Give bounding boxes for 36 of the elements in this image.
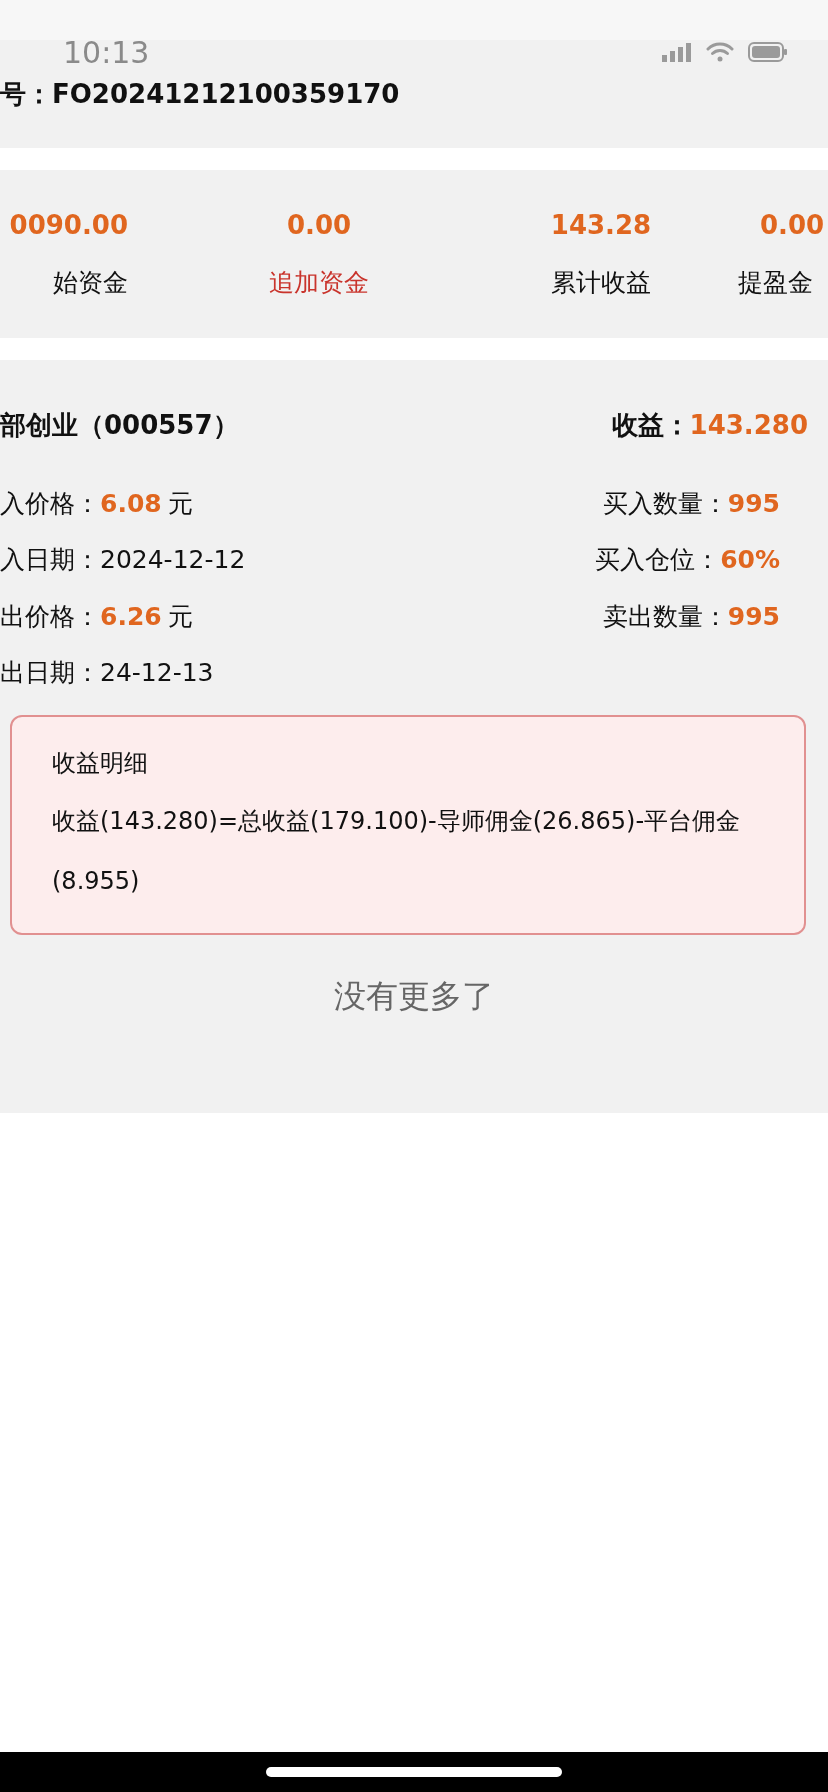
- order-number: 号：FO20241212100359170: [0, 77, 400, 111]
- stat-label: 累计收益: [551, 266, 651, 299]
- field-label: 出日期：: [0, 657, 100, 690]
- stat-value: 0.00: [759, 209, 825, 240]
- stat-label: 提盈金: [738, 266, 813, 299]
- battery-icon: [748, 42, 788, 62]
- stat-label: 始资金: [53, 266, 128, 299]
- end-of-list-text: 没有更多了: [334, 976, 494, 1017]
- unit-label: 元: [167, 487, 193, 520]
- field-value: 6.08: [100, 488, 162, 518]
- detail-text: 收益(143.280)=总收益(179.100)-导师佣金(26.865)-平台佣金(8.955): [52, 806, 742, 897]
- field-label: 买入数量：: [602, 487, 728, 520]
- field-label: 卖出数量：: [602, 600, 728, 633]
- profit-label: 收益：: [611, 408, 690, 442]
- unit-label: 元: [167, 600, 193, 633]
- stat-value: 0.00: [286, 209, 352, 240]
- stat-link[interactable]: 追加资金: [269, 265, 369, 299]
- stat-value: 143.28: [550, 209, 652, 240]
- detail-title: 收益明细: [52, 748, 149, 779]
- field-value: 995: [727, 488, 780, 518]
- field-value: 60%: [720, 545, 780, 575]
- signal-icon: [662, 42, 692, 62]
- field-label: 入价格：: [0, 487, 100, 520]
- field-label: 出价格：: [0, 600, 100, 633]
- stock-name: 部创业（000557）: [0, 408, 239, 442]
- home-indicator[interactable]: [266, 1767, 562, 1777]
- wifi-icon: [706, 42, 734, 62]
- profit-value: 143.280: [689, 409, 808, 440]
- field-value: 995: [727, 601, 780, 631]
- field-value: 2024-12-12: [100, 545, 246, 575]
- field-label: 买入仓位：: [595, 544, 721, 577]
- stat-value: 0090.00: [9, 209, 128, 240]
- field-label: 入日期：: [0, 544, 100, 577]
- field-value: 24-12-13: [100, 658, 214, 688]
- status-time: 10:13: [63, 34, 150, 70]
- field-value: 6.26: [100, 601, 162, 631]
